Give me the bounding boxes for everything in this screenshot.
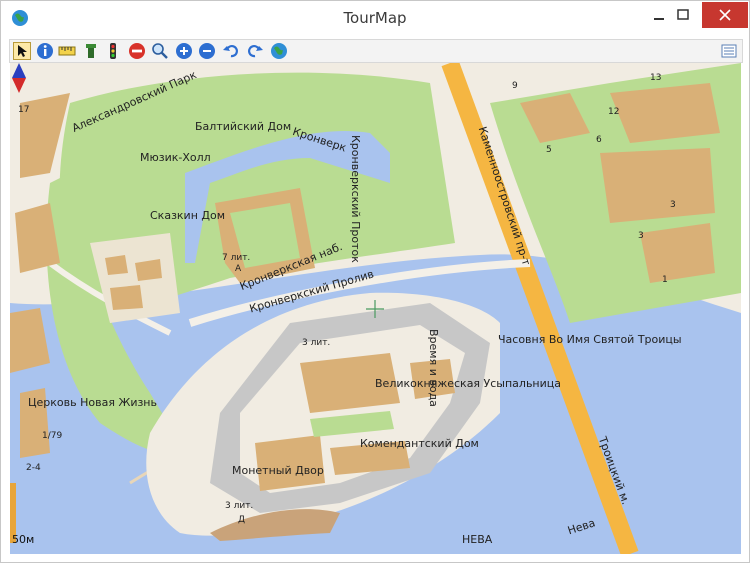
house-number: 12 bbox=[608, 107, 620, 117]
map-view[interactable]: Александровский Парк Балтийский Дом Крон… bbox=[10, 63, 741, 554]
house-number: 13 bbox=[650, 73, 662, 83]
house-number: 1/79 bbox=[42, 431, 63, 441]
ruler-icon[interactable] bbox=[58, 42, 76, 60]
label-tserkov: Церковь Новая Жизнь bbox=[28, 396, 157, 409]
title-bar[interactable]: TourMap bbox=[1, 1, 749, 35]
label-lit3b-d: Д bbox=[238, 515, 246, 525]
no-entry-icon[interactable] bbox=[128, 42, 146, 60]
label-velikoknyazheskaya: Великокняжеская Усыпальница bbox=[375, 377, 561, 390]
house-number: 5 bbox=[546, 145, 552, 155]
label-kronverkskiy-protok: Кронверкский Проток bbox=[349, 135, 362, 263]
close-icon bbox=[719, 9, 731, 21]
label-skazkin-dom: Сказкин Дом bbox=[150, 209, 226, 222]
label-baltiysky-dom: Балтийский Дом bbox=[195, 120, 292, 133]
label-lit3a: 3 лит. bbox=[302, 338, 331, 348]
app-window: TourMap Александровский Парк Балтийский … bbox=[0, 0, 750, 563]
house-number: 9 bbox=[512, 81, 518, 91]
traffic-light-icon[interactable] bbox=[104, 42, 122, 60]
house-number: 3 bbox=[670, 200, 676, 210]
compass-icon bbox=[12, 63, 26, 93]
toolbar bbox=[9, 39, 743, 63]
tower-icon[interactable] bbox=[82, 42, 100, 60]
label-lit3b: 3 лит. bbox=[225, 501, 254, 511]
house-number: 17 bbox=[18, 105, 30, 115]
redo-icon[interactable] bbox=[246, 42, 264, 60]
search-icon[interactable] bbox=[151, 42, 169, 60]
list-icon[interactable] bbox=[720, 42, 738, 60]
info-icon[interactable] bbox=[36, 42, 54, 60]
house-number: 2-4 bbox=[26, 463, 41, 473]
map-canvas bbox=[10, 63, 741, 554]
scale-label: 50м bbox=[12, 533, 35, 546]
zoom-in-icon[interactable] bbox=[175, 42, 193, 60]
label-komendantsky: Комендантский Дом bbox=[360, 437, 479, 450]
house-number: 1 bbox=[662, 275, 668, 285]
maximize-button[interactable] bbox=[661, 2, 705, 28]
globe-icon[interactable] bbox=[270, 42, 288, 60]
pointer-icon[interactable] bbox=[13, 42, 31, 60]
label-musik-hall: Мюзик-Холл bbox=[140, 151, 211, 164]
label-chasovnya: Часовня Во Имя Святой Троицы bbox=[498, 333, 682, 346]
undo-icon[interactable] bbox=[222, 42, 240, 60]
zoom-out-icon[interactable] bbox=[198, 42, 216, 60]
house-number: 6 bbox=[596, 135, 602, 145]
maximize-icon bbox=[677, 9, 689, 20]
label-neva-caps: НЕВА bbox=[462, 533, 493, 546]
label-vremya: Время и вода bbox=[427, 329, 440, 407]
house-number: 3 bbox=[638, 231, 644, 241]
label-monetny-dvor: Монетный Двор bbox=[232, 464, 324, 477]
label-lit7-a: А bbox=[235, 264, 242, 274]
close-button[interactable] bbox=[702, 2, 748, 28]
label-lit7: 7 лит. bbox=[222, 253, 251, 263]
